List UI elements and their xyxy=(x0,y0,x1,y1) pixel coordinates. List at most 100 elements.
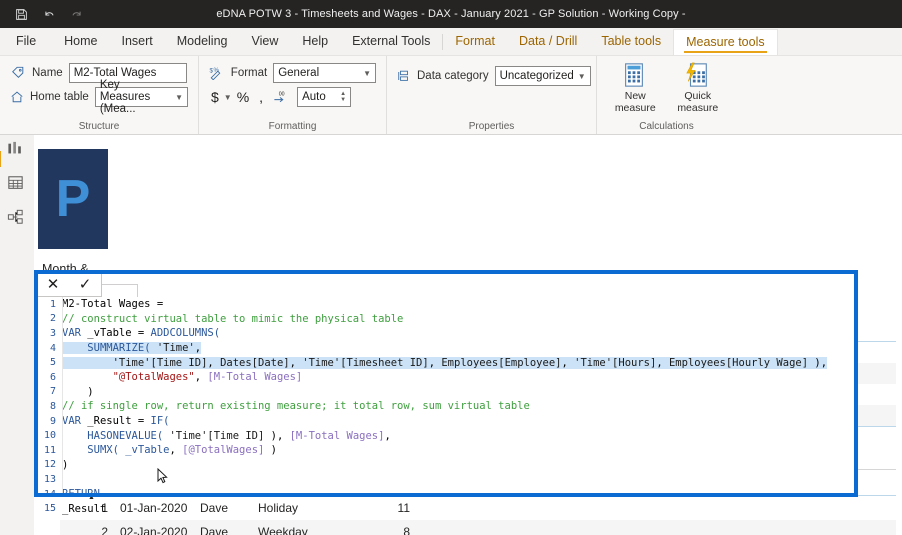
report-view-icon[interactable] xyxy=(0,141,27,167)
close-icon[interactable]: ✕ xyxy=(37,272,69,296)
dax-code-line[interactable]: 2 // construct virtual table to mimic the… xyxy=(36,312,856,327)
dax-token: ) xyxy=(62,385,94,398)
dax-code-text: ) xyxy=(62,459,856,471)
tab-file[interactable]: File xyxy=(0,29,52,55)
dax-token xyxy=(62,342,88,355)
dax-token: VAR xyxy=(62,327,88,340)
dax-token: ) xyxy=(264,444,277,457)
data-category-select[interactable]: Uncategorized ▼ xyxy=(494,66,591,86)
table-row[interactable]: 2 02-Jan-2020 Dave Weekday 8 xyxy=(60,520,896,535)
dax-token: IF( xyxy=(150,415,170,428)
tab-view[interactable]: View xyxy=(240,29,291,55)
dax-token: "@TotalWages" xyxy=(112,371,195,384)
home-table-row: Home table Key Measures (Mea... ▼ xyxy=(10,79,188,115)
checkmark-icon[interactable]: ✓ xyxy=(69,272,101,296)
dax-token: _Result xyxy=(62,502,107,515)
dax-token: M2-Total Wages = xyxy=(62,298,164,311)
tab-format[interactable]: Format xyxy=(443,29,507,55)
quick-measure-icon xyxy=(684,62,712,90)
dax-token: _vTable xyxy=(125,444,170,457)
dax-token: , xyxy=(207,356,221,369)
chevron-down-icon: ▼ xyxy=(175,92,183,102)
chevron-down-icon[interactable]: ▼ xyxy=(224,93,232,102)
chevron-down-icon: ▼ xyxy=(577,71,586,81)
logo-card: P xyxy=(38,149,108,249)
dax-token: ), xyxy=(808,356,828,369)
data-category-label: Data category xyxy=(417,70,489,82)
dax-token: ), xyxy=(264,429,290,442)
dax-code-line[interactable]: 14 RETURN xyxy=(36,487,856,502)
dax-code-line[interactable]: 6 "@TotalWages", [M-Total Wages] xyxy=(36,370,856,385)
model-view-icon[interactable] xyxy=(7,209,27,227)
percent-icon[interactable]: % xyxy=(235,89,251,105)
data-view-icon[interactable] xyxy=(7,175,27,193)
dax-code-line[interactable]: 10 HASONEVALUE( 'Time'[Time ID] ), [M-To… xyxy=(36,428,856,443)
line-number: 8 xyxy=(49,400,56,412)
data-category-icon xyxy=(397,68,411,84)
format-value: General xyxy=(278,67,320,79)
svg-text:00: 00 xyxy=(279,91,285,97)
dax-token: _vTable = xyxy=(87,327,151,340)
dax-code-line[interactable]: 11 SUMX( _vTable, [@TotalWages] ) xyxy=(36,443,856,458)
new-measure-label-2: measure xyxy=(614,102,656,114)
tab-measure-tools[interactable]: Measure tools xyxy=(673,29,778,55)
currency-icon[interactable]: $ xyxy=(209,89,221,105)
line-number: 13 xyxy=(43,473,56,485)
dax-code-line[interactable]: 7 ) xyxy=(36,385,856,400)
decimal-places-icon[interactable]: 00 xyxy=(271,90,290,104)
home-table-select[interactable]: Key Measures (Mea... ▼ xyxy=(94,79,188,115)
dax-token xyxy=(150,342,157,355)
line-number: 9 xyxy=(49,415,56,427)
logo-letter: P xyxy=(55,170,91,228)
dax-code-line[interactable]: 9 VAR _Result = IF( xyxy=(36,414,856,429)
format-select[interactable]: General ▼ xyxy=(273,63,376,83)
dax-token: Employees[Employee] xyxy=(441,356,562,369)
dax-token: , xyxy=(656,356,669,369)
dax-token: , xyxy=(289,356,303,369)
format-row: $% Format General ▼ xyxy=(209,61,376,85)
tab-modeling[interactable]: Modeling xyxy=(165,29,240,55)
tag-icon xyxy=(10,65,26,81)
spinner-icon: ▲ ▼ xyxy=(340,91,347,103)
line-number: 12 xyxy=(43,459,56,471)
tab-table-tools[interactable]: Table tools xyxy=(589,29,673,55)
window-title: eDNA POTW 3 - Timesheets and Wages - DAX… xyxy=(216,8,686,20)
tab-home[interactable]: Home xyxy=(52,29,109,55)
dax-token: RETURN xyxy=(62,488,100,501)
dax-token: 'Time'[Time ID] xyxy=(169,429,265,442)
dax-code-line[interactable]: 4 SUMMARIZE( 'Time', xyxy=(36,341,856,356)
chevron-down-icon: ▼ xyxy=(363,68,371,78)
line-number: 15 xyxy=(43,503,56,515)
dax-code-line[interactable]: 3 VAR _vTable = ADDCOLUMNS( xyxy=(36,326,856,341)
line-number: 6 xyxy=(49,371,56,383)
quick-measure-label-1: Quick xyxy=(684,90,712,102)
tab-measure-tools-label: Measure tools xyxy=(686,35,765,49)
dax-token: , xyxy=(428,356,442,369)
comma-icon[interactable]: , xyxy=(257,89,265,105)
dax-code-text: // if single row, return existing measur… xyxy=(62,400,856,412)
dax-code-line[interactable]: 5 'Time'[Time ID], Dates[Date], 'Time'[T… xyxy=(36,355,856,370)
decimal-places-stepper[interactable]: Auto ▲ ▼ xyxy=(297,87,352,107)
tab-external-tools[interactable]: External Tools xyxy=(340,29,442,55)
dax-code-line[interactable]: 15 _Result xyxy=(36,501,856,516)
quick-measure-label-2: measure xyxy=(677,102,719,114)
dax-code-text: M2-Total Wages = xyxy=(62,298,856,310)
dax-token: // if single row, return existing measur… xyxy=(62,400,530,413)
new-measure-label-1: New xyxy=(624,90,646,102)
tab-help[interactable]: Help xyxy=(290,29,340,55)
home-table-label: Home table xyxy=(30,91,89,103)
dax-code-area[interactable]: 1 M2-Total Wages = 2 // construct virtual t… xyxy=(36,297,856,515)
cell-date: 02-Jan-2020 xyxy=(120,525,188,535)
tab-insert[interactable]: Insert xyxy=(110,29,165,55)
dax-token: _Result = xyxy=(87,415,151,428)
dax-token xyxy=(62,356,113,369)
dax-code-line[interactable]: 8 // if single row, return existing measu… xyxy=(36,399,856,414)
dax-token: , xyxy=(194,371,208,384)
cell-m2-total-hours: 8 xyxy=(403,525,410,535)
dax-code-line[interactable]: 1 M2-Total Wages = xyxy=(36,297,856,312)
ribbon-tab-bar: File Home Insert Modeling View Help Exte… xyxy=(0,28,902,56)
new-measure-icon xyxy=(621,62,649,90)
number-format-row: $ ▼ % , 00 Auto ▲ ▼ xyxy=(209,85,376,109)
dax-token: Dates[Date] xyxy=(220,356,290,369)
tab-data-drill[interactable]: Data / Drill xyxy=(507,29,589,55)
